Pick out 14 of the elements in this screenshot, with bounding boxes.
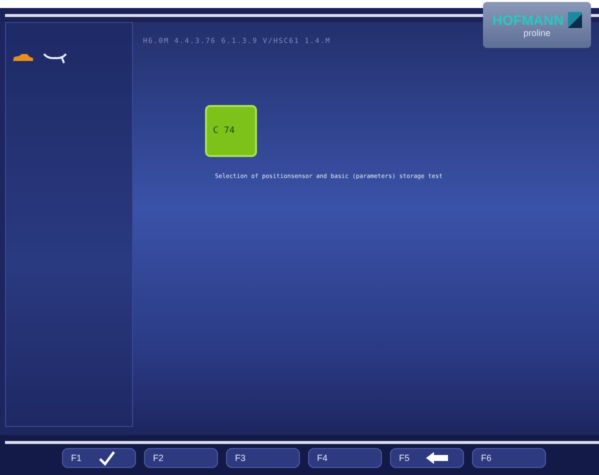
arrow-left-icon [426, 452, 448, 464]
logo-name: HOFMANN [492, 12, 564, 28]
function-key[interactable]: F3 [226, 448, 300, 468]
axle-icon [42, 51, 68, 65]
function-key[interactable]: F5 [390, 448, 464, 468]
logo-mark-icon [568, 12, 582, 28]
check-icon [98, 450, 116, 466]
logo-subtitle: proline [523, 28, 551, 38]
function-key[interactable]: F2 [144, 448, 218, 468]
function-key[interactable]: F6 [472, 448, 546, 468]
function-key[interactable]: F4 [308, 448, 382, 468]
car-icon [12, 53, 34, 63]
function-key[interactable]: F1 [62, 448, 136, 468]
code-badge: C 74 [205, 105, 257, 157]
